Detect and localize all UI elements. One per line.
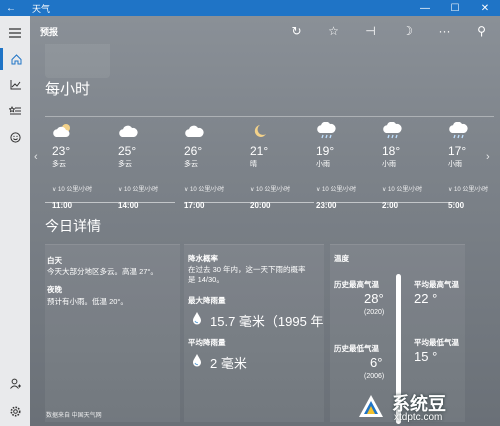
- day-night-card: 白天 今天大部分地区多云。高温 27°。 夜晚 预计有小雨。低温 20°。: [45, 244, 180, 422]
- cloudy-sun-icon: [52, 122, 118, 142]
- pin-icon[interactable]: ⊣: [352, 24, 389, 38]
- hour-wind: ∨ 10 公里/小时: [382, 187, 423, 193]
- hist-high-label: 历史最高气温: [334, 280, 379, 289]
- rain-icon: [382, 121, 448, 142]
- app-title: 天气: [32, 3, 51, 14]
- hour-temp: 21°: [250, 144, 269, 158]
- search-icon[interactable]: ⚲: [463, 24, 500, 38]
- hour-condition: 多云: [184, 161, 198, 168]
- home-icon[interactable]: [0, 48, 30, 70]
- favorites-list-icon[interactable]: [0, 100, 30, 122]
- water-drop-icon: [193, 312, 201, 325]
- hourly-item[interactable]: 18° 小雨 ∨ 10 公里/小时 2:00: [382, 121, 448, 210]
- moon-icon: [250, 122, 316, 142]
- avg-low-label: 平均最低气温: [414, 338, 459, 347]
- cloudy-icon: [184, 122, 250, 142]
- chart-icon[interactable]: [0, 74, 30, 96]
- details-heading: 今日详情: [45, 218, 101, 234]
- refresh-icon[interactable]: ↻: [278, 24, 315, 38]
- nav-rail: [0, 16, 30, 426]
- main-content: 预报 ↻ ☆ ⊣ ☽ ··· ⚲ 每小时 ‹ › 23° 多云 ∨ 10 公里/…: [30, 16, 500, 426]
- avg-low-value: 15 °: [414, 349, 438, 364]
- background-panel: [45, 44, 110, 78]
- hourly-item[interactable]: 23° 多云 ∨ 10 公里/小时 11:00: [52, 122, 118, 210]
- hour-wind: ∨ 10 公里/小时: [316, 187, 357, 193]
- hourly-item[interactable]: 21° 晴 ∨ 10 公里/小时 20:00: [250, 122, 316, 210]
- rain-icon: [448, 121, 500, 142]
- account-icon[interactable]: [0, 372, 30, 394]
- divider: [184, 202, 314, 203]
- precipitation-card: 降水概率 在过去 30 年内，这一天下雨的概率 是 14/30。 最大降雨量 1…: [184, 244, 324, 422]
- smiley-icon[interactable]: [0, 126, 30, 148]
- night-label: 夜晚: [47, 285, 62, 294]
- hour-wind: ∨ 10 公里/小时: [250, 187, 291, 193]
- hour-condition: 多云: [52, 161, 66, 168]
- water-drop-icon: [193, 354, 201, 367]
- cloudy-icon: [118, 122, 184, 142]
- avg-precip-value: 2 毫米: [210, 356, 247, 371]
- close-button[interactable]: ✕: [470, 3, 500, 14]
- hour-condition: 小雨: [382, 161, 396, 168]
- hist-low-year: (2006): [364, 373, 385, 380]
- day-label: 白天: [47, 256, 62, 265]
- settings-gear-icon[interactable]: [0, 400, 30, 422]
- max-precip-label: 最大降雨量: [188, 296, 226, 305]
- watermark: 系统豆 xtdptc.com: [340, 384, 470, 426]
- section-title: 预报: [40, 26, 59, 37]
- hour-condition: 多云: [118, 161, 132, 168]
- rain-icon: [316, 121, 382, 142]
- hour-wind: ∨ 10 公里/小时: [184, 187, 225, 193]
- title-bar: ← 天气 — ☐ ✕: [0, 0, 500, 16]
- hour-wind: ∨ 10 公里/小时: [448, 187, 489, 193]
- hour-temp: 18°: [382, 144, 401, 158]
- divider: [325, 202, 455, 203]
- hour-condition: 小雨: [316, 161, 330, 168]
- avg-high-label: 平均最高气温: [414, 280, 459, 289]
- hour-temp: 17°: [448, 144, 467, 158]
- watermark-logo-icon: [359, 395, 383, 417]
- hamburger-menu-icon[interactable]: [0, 22, 30, 44]
- hour-wind: ∨ 10 公里/小时: [52, 187, 93, 193]
- hour-temp: 25°: [118, 144, 137, 158]
- night-text: 预计有小雨。低温 20°。: [47, 297, 128, 306]
- temperature-label: 温度: [334, 254, 349, 263]
- maximize-button[interactable]: ☐: [440, 3, 470, 14]
- hist-low-label: 历史最低气温: [334, 344, 379, 353]
- hist-high-value: 28°: [364, 291, 384, 306]
- max-precip-value: 15.7 毫米（1995 年: [210, 314, 324, 329]
- precip-chance-label: 降水概率: [188, 254, 218, 263]
- hourly-item[interactable]: 19° 小雨 ∨ 10 公里/小时 23:00: [316, 121, 382, 210]
- precip-chance-text: 是 14/30。: [188, 275, 224, 284]
- scroll-left-arrow-icon[interactable]: ‹: [34, 151, 38, 163]
- data-source: 数据来自 中国天气网: [46, 413, 102, 419]
- hist-high-year: (2020): [364, 309, 385, 316]
- watermark-url: xtdptc.com: [394, 412, 443, 423]
- hourly-item[interactable]: 17° 小雨 ∨ 10 公里/小时 5:00: [448, 121, 500, 210]
- hour-temp: 23°: [52, 144, 71, 158]
- hour-temp: 19°: [316, 144, 335, 158]
- day-text: 今天大部分地区多云。高温 27°。: [47, 267, 158, 276]
- more-options-icon[interactable]: ···: [426, 24, 463, 38]
- moon-mode-icon[interactable]: ☽: [389, 24, 426, 38]
- minimize-button[interactable]: —: [410, 3, 440, 14]
- command-bar: 预报 ↻ ☆ ⊣ ☽ ··· ⚲: [30, 16, 500, 46]
- hourly-item[interactable]: 25° 多云 ∨ 10 公里/小时 14:00: [118, 122, 184, 210]
- hour-condition: 晴: [250, 161, 257, 168]
- hourly-item[interactable]: 26° 多云 ∨ 10 公里/小时 17:00: [184, 122, 250, 210]
- hour-condition: 小雨: [448, 161, 462, 168]
- avg-precip-label: 平均降雨量: [188, 338, 226, 347]
- avg-high-value: 22 °: [414, 291, 438, 306]
- favorite-star-icon[interactable]: ☆: [315, 24, 352, 38]
- hourly-heading: 每小时: [45, 81, 91, 98]
- divider: [45, 202, 175, 203]
- hour-wind: ∨ 10 公里/小时: [118, 187, 159, 193]
- hist-low-value: 6°: [370, 355, 383, 370]
- hour-temp: 26°: [184, 144, 203, 158]
- back-button[interactable]: ←: [0, 3, 22, 14]
- divider: [45, 116, 494, 117]
